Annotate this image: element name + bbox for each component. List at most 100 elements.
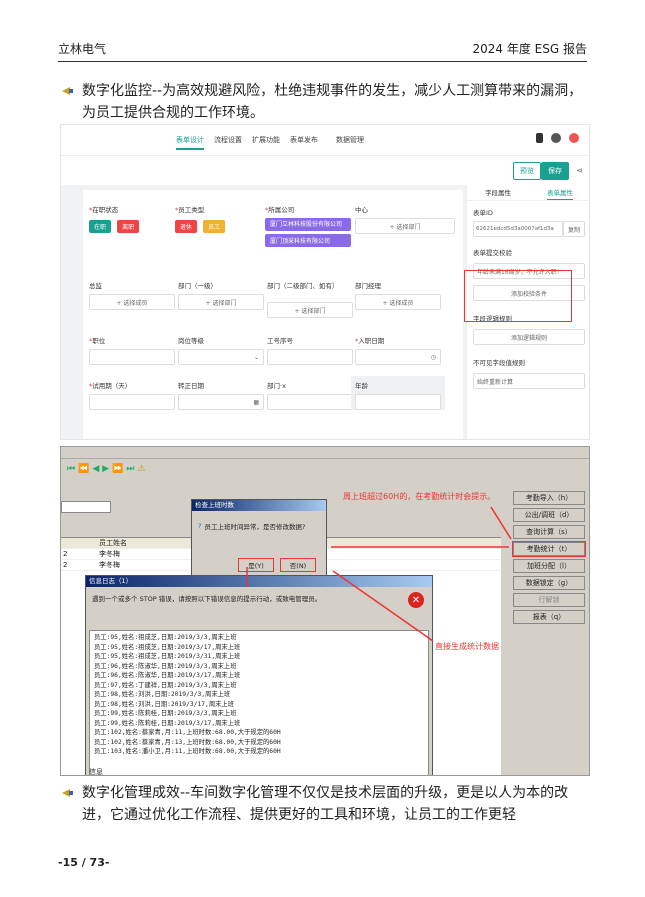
list-item: 员工:96,姓名:陈淑华,日期:2019/3/3,周末上班 [94, 662, 237, 670]
company-option-a[interactable]: 厦门立林科技股份有限公司 [265, 218, 351, 231]
regular-date-picker[interactable]: ▦ [178, 394, 264, 410]
next-page-icon[interactable]: ⏩ [112, 464, 123, 474]
form-id-input[interactable]: 62621edcd5d3a0007af1d3a [473, 221, 563, 237]
annotation-bottom: 直接生成统计数据 [435, 642, 499, 651]
tab-data-management[interactable]: 数据管理 [336, 135, 364, 150]
tab-field-props[interactable]: 字段属性 [485, 185, 511, 200]
arrow-to-stats [490, 506, 512, 540]
field-dept2: 部门（二级部门、如有） + 选择部门 [267, 280, 353, 318]
error-icon: ✕ [408, 592, 424, 608]
field-level: 岗位等级 ⌄ [178, 335, 264, 365]
status-option-left[interactable]: 离职 [117, 220, 140, 233]
attendance-toolbar: ⏮ ⏪ ◀ ▶ ⏩ ⏭ ⚠ [61, 459, 589, 479]
highlight-box [464, 270, 572, 322]
form-designer-topbar: 表单设计 流程设置 扩展功能 表单发布 数据管理 [61, 125, 589, 155]
level-select[interactable]: ⌄ [178, 349, 264, 365]
entry-date-picker[interactable]: ◷ [355, 349, 441, 365]
bell-icon[interactable] [536, 133, 543, 143]
emp-type-option-retired[interactable]: 退休 [175, 220, 198, 233]
warning-icon[interactable]: ⚠ [138, 464, 146, 474]
select-mgr-button[interactable]: + 选择成员 [355, 294, 441, 310]
select-dept-button[interactable]: + 选择部门 [355, 218, 455, 234]
page-number: -15 / 73- [58, 856, 110, 869]
company-option-b[interactable]: 厦门顶采科技有限公司 [265, 234, 351, 247]
tab-form-props[interactable]: 表单属性 [547, 185, 573, 200]
attendance-stats-button[interactable]: 考勤统计（t） [512, 541, 586, 557]
list-item: 员工:99,姓名:陈莉桂,日期:2019/3/17,周末上班 [94, 719, 241, 727]
job-input[interactable] [89, 349, 175, 365]
tab-form-design[interactable]: 表单设计 [176, 135, 204, 150]
select-dept1-button[interactable]: + 选择部门 [178, 294, 264, 310]
probation-input[interactable] [89, 394, 175, 410]
list-item: 员工:102,姓名:蔡家青,月:11,上班时数:68.00,大于规定的60H [94, 729, 281, 736]
invisible-select[interactable]: 始终重新计算 [473, 373, 585, 389]
query-calc-button[interactable]: 查询计算（s） [513, 525, 585, 539]
list-item: 员工:98,姓名:刘洪,日期:2019/3/17,周末上班 [94, 700, 235, 708]
select-dept2-button[interactable]: + 选择部门 [267, 302, 353, 318]
row-unlock-button[interactable]: 行解锁 [513, 593, 585, 607]
field-probation: *试用期（天） [89, 380, 175, 410]
no-button[interactable]: 否(N) [280, 558, 316, 572]
company-name: 立林电气 [58, 42, 107, 56]
field-job: *职位 [89, 335, 175, 365]
emp-type-option-staff[interactable]: 员工 [203, 220, 226, 233]
status-option-active[interactable]: 在职 [89, 220, 112, 233]
field-emp-no: 工号序号 [267, 335, 353, 365]
field-company: *所属公司 厦门立林科技股份有限公司 厦门顶采科技有限公司 [265, 204, 355, 247]
field-center: 中心 + 选择部门 [355, 204, 455, 234]
question-icon: ? [198, 522, 202, 530]
log-list: 员工:95,姓名:祖成芝,日期:2019/3/3,周末上班 员工:95,姓名:祖… [89, 630, 429, 775]
invisible-label: 不可见字段值规则 [473, 359, 525, 367]
copy-button[interactable]: 复制 [563, 221, 585, 237]
dept-x-input[interactable] [267, 394, 353, 410]
page-header: 立林电气 2024 年度 ESG 报告 [58, 40, 587, 62]
list-item: 员工:103,姓名:潘小卫,月:11,上班时数:68.00,大于规定的60H [94, 748, 281, 755]
form-id-label: 表单ID [473, 209, 493, 217]
attendance-actions: 考勤导入（h） 公出/调班（d） 查询计算（s） 考勤统计（t） 加班分配（l）… [512, 491, 586, 627]
avatar[interactable] [569, 133, 579, 143]
help-icon[interactable] [551, 133, 561, 143]
list-item: 员工:102,姓名:蔡家青,月:13,上班时数:68.00,大于规定的60H [94, 738, 281, 746]
form-canvas: *在职状态 在职 离职 *员工类型 退休 员工 *所属公司 厦门立林科技股份有限… [83, 190, 463, 439]
field-emp-type: *员工类型 退休 员工 [175, 204, 229, 233]
next-record-icon[interactable]: ▶ [102, 464, 109, 474]
field-age[interactable]: 年龄 [351, 376, 445, 410]
list-item: 员工:99,姓名:陈莉桂,日期:2019/3/3,周末上班 [94, 710, 237, 717]
tab-flow-settings[interactable]: 流程设置 [214, 135, 242, 150]
attendance-screenshot: ⏮ ⏪ ◀ ▶ ⏩ ⏭ ⚠ 员工姓名 2 李冬梅 2 李冬梅 考勤导入（h） 公出/… [60, 446, 590, 776]
age-input[interactable] [355, 394, 441, 410]
tab-extensions[interactable]: 扩展功能 [252, 135, 280, 150]
field-regular-date: 转正日期 ▦ [178, 380, 264, 410]
paragraph-digital-monitoring: 数字化监控--为高效规避风险，杜绝违规事件的发生，减少人工测算带来的漏洞，为员工… [60, 80, 590, 124]
prev-page-icon[interactable]: ⏪ [78, 464, 89, 474]
annotation-top: 周上班超过60H的，在考勤统计时会提示。 [343, 492, 496, 501]
field-entry-date: *入职日期 ◷ [355, 335, 441, 365]
emp-no-input[interactable] [267, 349, 353, 365]
check-hours-dialog: 检查上班时数 ? 员工上班时间异常，是否修改数据? 是(Y) 否(N) [191, 499, 327, 577]
share-icon[interactable]: ⋖ [576, 166, 583, 175]
data-lock-button[interactable]: 数据锁定（g） [513, 576, 585, 590]
select-member-button[interactable]: + 选择成员 [89, 294, 175, 310]
business-trip-button[interactable]: 公出/调班（d） [513, 508, 585, 522]
bullet-icon [62, 87, 73, 95]
prev-record-icon[interactable]: ◀ [92, 464, 99, 474]
tab-publish[interactable]: 表单发布 [290, 135, 318, 150]
attendance-import-button[interactable]: 考勤导入（h） [513, 491, 585, 505]
save-button[interactable]: 保存 [541, 162, 569, 180]
add-rule-button[interactable]: 添加逻辑规则 [473, 329, 585, 345]
filter-select[interactable] [61, 501, 111, 513]
field-status: *在职状态 在职 离职 [89, 204, 143, 233]
field-dept1: 部门（一级） + 选择部门 [178, 280, 264, 310]
validation-label: 表单提交校验 [473, 249, 512, 257]
preview-button[interactable]: 预览 [513, 162, 541, 180]
list-item: 员工:96,姓名:陈淑华,日期:2019/3/17,周末上班 [94, 672, 241, 679]
overtime-button[interactable]: 加班分配（l） [513, 559, 585, 573]
report-button[interactable]: 报表（q） [513, 610, 585, 624]
list-item: 员工:97,姓名:丁建祥,日期:2019/3/3,周末上班 [94, 681, 237, 689]
list-item: 员工:95,姓名:祖成芝,日期:2019/3/31,周末上班 [94, 653, 241, 660]
bullet-icon [62, 789, 73, 797]
first-record-icon[interactable]: ⏮ [67, 464, 75, 474]
status-label: 信息 [89, 768, 103, 776]
yes-button[interactable]: 是(Y) [238, 558, 274, 572]
last-record-icon[interactable]: ⏭ [126, 464, 134, 474]
